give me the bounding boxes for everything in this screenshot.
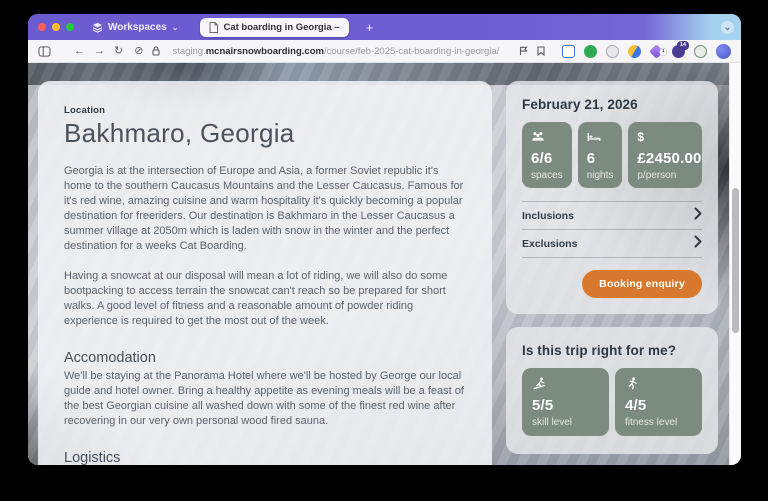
skill-value: 5/5 bbox=[532, 397, 599, 414]
panel-chevron-down-icon[interactable]: ⌄ bbox=[721, 21, 734, 34]
page-favicon-icon bbox=[209, 22, 218, 33]
url-domain: mcnairsnowboarding.com bbox=[206, 46, 324, 57]
departure-date: February 21, 2026 bbox=[522, 97, 702, 112]
diamond-extension-icon[interactable]: 1 bbox=[649, 44, 664, 59]
reload-button[interactable]: ↻ bbox=[114, 46, 123, 57]
content-blocker-icon[interactable]: ⊘ bbox=[134, 46, 143, 57]
bookmark-icon[interactable] bbox=[537, 46, 545, 56]
price-value: £2450.00 bbox=[637, 150, 693, 167]
chevron-right-icon bbox=[694, 207, 702, 225]
price-label: p/person bbox=[637, 170, 693, 181]
scrollbar-thumb[interactable] bbox=[732, 188, 739, 333]
tabbar-corner-panel: ⌄ bbox=[645, 14, 741, 40]
fit-stats: 5/5 skill level 4/5 fitness level bbox=[522, 368, 702, 436]
address-bar[interactable]: staging.mcnairsnowboarding.com/course/fe… bbox=[172, 46, 510, 57]
fitness-value: 4/5 bbox=[625, 397, 692, 414]
workspaces-menu[interactable]: Workspaces ⌄ bbox=[92, 22, 178, 33]
nights-label: nights bbox=[587, 170, 614, 181]
exclusions-label: Exclusions bbox=[522, 238, 577, 250]
share-extension-icon[interactable] bbox=[562, 45, 575, 58]
skill-tile: 5/5 skill level bbox=[522, 368, 609, 436]
workspaces-icon bbox=[92, 22, 103, 33]
back-button[interactable]: ← bbox=[74, 46, 85, 57]
url-subdomain: staging. bbox=[172, 46, 205, 57]
sidebar-toggle-icon[interactable] bbox=[38, 46, 51, 57]
spiral-extension-icon[interactable] bbox=[694, 45, 707, 58]
flag-icon[interactable] bbox=[519, 46, 528, 56]
booking-stats: 6/6 spaces 6 nights $ £2450.00 bbox=[522, 122, 702, 188]
runner-icon bbox=[625, 377, 692, 390]
spaces-label: spaces bbox=[531, 170, 563, 181]
fitness-label: fitness level bbox=[625, 417, 692, 428]
inclusions-label: Inclusions bbox=[522, 210, 574, 222]
booking-card: February 21, 2026 6/6 spaces bbox=[506, 81, 718, 314]
fitness-tile: 4/5 fitness level bbox=[615, 368, 702, 436]
booking-sidebar: February 21, 2026 6/6 spaces bbox=[506, 81, 718, 454]
trip-fit-card: Is this trip right for me? 5/5 skill lev… bbox=[506, 327, 718, 454]
riding-paragraph: Having a snowcat at our disposal will me… bbox=[64, 269, 464, 329]
chevron-right-icon bbox=[694, 235, 702, 253]
logistics-heading: Logistics bbox=[64, 450, 464, 465]
browser-window: Workspaces ⌄ Cat boarding in Georgia – +… bbox=[28, 14, 741, 465]
trip-description-card: Location Bakhmaro, Georgia Georgia is at… bbox=[38, 81, 492, 465]
screenshot-stage: Workspaces ⌄ Cat boarding in Georgia – +… bbox=[0, 0, 768, 501]
macos-traffic-lights bbox=[38, 23, 74, 31]
snowboarder-icon bbox=[532, 377, 599, 390]
page-scrollbar[interactable] bbox=[729, 63, 741, 465]
nights-tile: 6 nights bbox=[578, 122, 623, 188]
zoom-window-button[interactable] bbox=[66, 23, 74, 31]
bed-icon bbox=[587, 130, 614, 143]
tab-title: Cat boarding in Georgia – bbox=[223, 22, 339, 33]
people-icon bbox=[531, 130, 563, 143]
accommodation-paragraph: We'll be staying at the Panorama Hotel w… bbox=[64, 369, 464, 429]
spaces-tile: 6/6 spaces bbox=[522, 122, 572, 188]
skill-label: skill level bbox=[532, 417, 599, 428]
trip-fit-title: Is this trip right for me? bbox=[522, 343, 702, 358]
intro-paragraph: Georgia is at the intersection of Europe… bbox=[64, 164, 464, 254]
inclusions-row[interactable]: Inclusions bbox=[522, 202, 702, 230]
booking-links: Inclusions Exclusions bbox=[522, 201, 702, 258]
exclusions-row[interactable]: Exclusions bbox=[522, 230, 702, 258]
forward-button[interactable]: → bbox=[94, 46, 105, 57]
close-window-button[interactable] bbox=[38, 23, 46, 31]
active-tab[interactable]: Cat boarding in Georgia – bbox=[200, 18, 348, 37]
palette-extension-icon[interactable] bbox=[628, 45, 641, 58]
browser-tab-bar: Workspaces ⌄ Cat boarding in Georgia – +… bbox=[28, 14, 741, 40]
chat-extension-badge: 14 bbox=[677, 41, 689, 51]
chevron-down-icon: ⌄ bbox=[172, 23, 179, 32]
url-path: /course/feb-2025-cat-boarding-in-georgia… bbox=[324, 46, 499, 57]
page-title: Bakhmaro, Georgia bbox=[64, 118, 464, 149]
minimize-window-button[interactable] bbox=[52, 23, 60, 31]
browser-toolbar: ← → ↻ ⊘ staging.mcnairsnowboarding.com/c… bbox=[28, 40, 741, 63]
page-viewport: Location Bakhmaro, Georgia Georgia is at… bbox=[28, 63, 741, 465]
workspaces-label: Workspaces bbox=[108, 22, 167, 33]
nights-value: 6 bbox=[587, 150, 614, 167]
new-tab-button[interactable]: + bbox=[366, 21, 374, 34]
location-label: Location bbox=[64, 105, 464, 116]
lock-icon bbox=[152, 46, 160, 56]
accommodation-heading: Accomodation bbox=[64, 350, 464, 366]
booking-enquiry-button[interactable]: Booking enquiry bbox=[582, 270, 702, 298]
price-tile: $ £2450.00 p/person bbox=[628, 122, 702, 188]
profile-avatar[interactable] bbox=[716, 44, 731, 59]
dollar-icon: $ bbox=[637, 130, 693, 143]
check-extension-icon[interactable] bbox=[584, 45, 597, 58]
ghost-extension-icon[interactable] bbox=[606, 45, 619, 58]
chat-extension-icon[interactable]: 14 bbox=[672, 45, 685, 58]
spaces-value: 6/6 bbox=[531, 150, 563, 167]
diamond-extension-badge: 1 bbox=[660, 47, 667, 55]
